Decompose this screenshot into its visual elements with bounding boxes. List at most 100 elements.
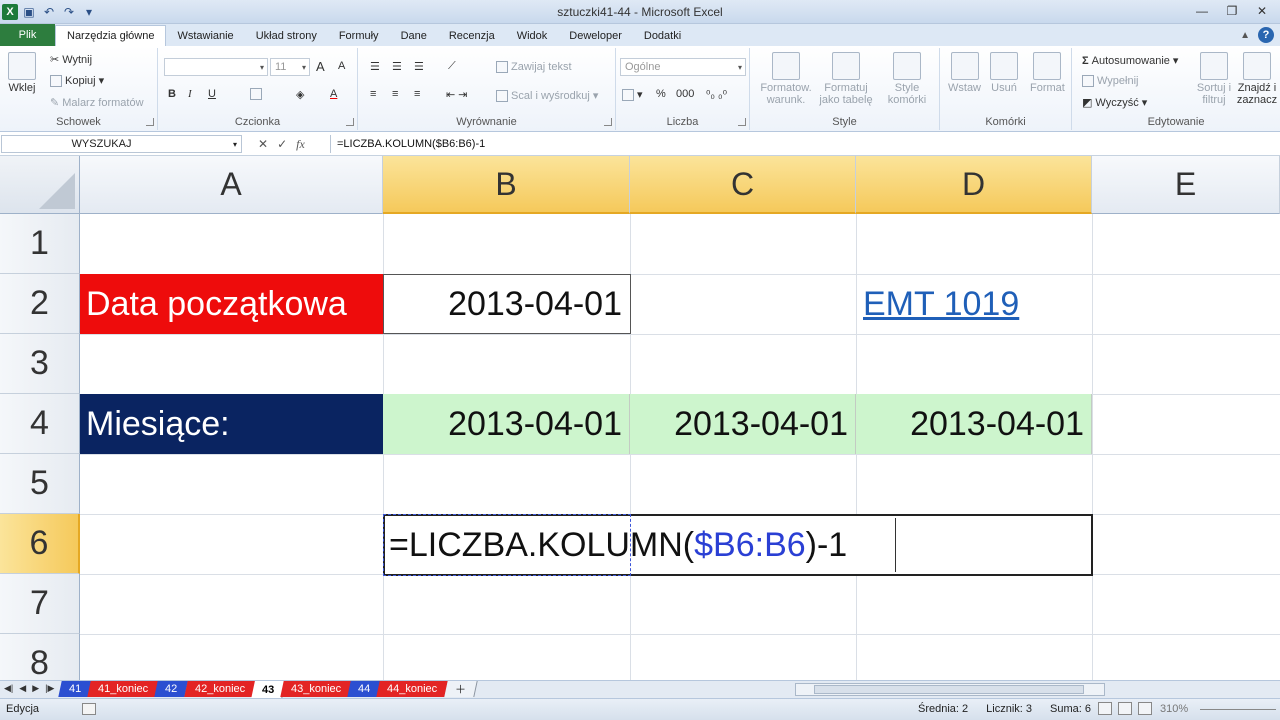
sheet-tab-44-koniec[interactable]: 44_koniec: [376, 681, 450, 697]
autosum-button[interactable]: Σ Autosumowanie ▾: [1082, 54, 1178, 68]
confirm-entry-icon[interactable]: ✓: [277, 137, 287, 151]
cell-b2[interactable]: 2013-04-01: [383, 274, 631, 334]
normal-view-icon[interactable]: [1098, 702, 1112, 715]
align-top-button[interactable]: ☰: [370, 60, 380, 73]
row-header-2[interactable]: 2: [0, 274, 80, 334]
format-painter-button[interactable]: ✎ Malarz formatów: [50, 96, 144, 110]
sheet-tab-43-koniec[interactable]: 43_koniec: [280, 681, 353, 697]
cell-d4[interactable]: 2013-04-01: [856, 394, 1092, 454]
font-launcher-icon[interactable]: [346, 118, 354, 126]
name-box[interactable]: WYSZUKAJ ▾: [1, 135, 242, 153]
cut-button[interactable]: ✂ Wytnij: [50, 53, 92, 67]
sort-filter-button[interactable]: Sortuj i filtruj: [1194, 52, 1234, 106]
insert-sheet-button[interactable]: ＋: [443, 681, 478, 697]
cell-c4[interactable]: 2013-04-01: [630, 394, 856, 454]
page-layout-view-icon[interactable]: [1118, 702, 1132, 715]
wrap-text-button[interactable]: Zawijaj tekst: [496, 61, 572, 73]
italic-button[interactable]: I: [188, 88, 192, 100]
insert-function-button[interactable]: fx: [296, 137, 305, 152]
last-sheet-icon[interactable]: |▶: [45, 683, 54, 694]
select-all-button[interactable]: [0, 156, 80, 214]
next-sheet-icon[interactable]: ▶: [32, 683, 39, 694]
shrink-font-button[interactable]: A: [338, 60, 345, 72]
row-header-4[interactable]: 4: [0, 394, 80, 454]
first-sheet-icon[interactable]: ◀|: [4, 683, 13, 694]
fill-button[interactable]: Wypełnij: [1082, 75, 1138, 87]
worksheet-grid[interactable]: A B C D E 1 2 3 4 5 6 7 8 Data początkow…: [0, 156, 1280, 680]
accounting-format-button[interactable]: ▾: [622, 88, 643, 101]
restore-icon[interactable]: ❐: [1218, 2, 1246, 20]
zoom-slider[interactable]: [1200, 709, 1276, 710]
align-bottom-button[interactable]: ☰: [414, 60, 424, 73]
clear-button[interactable]: ◩ Wyczyść ▾: [1082, 96, 1147, 110]
fill-color-button[interactable]: ◈: [296, 88, 304, 101]
indent-buttons[interactable]: ⇤ ⇥: [446, 88, 468, 101]
tab-file[interactable]: Plik: [0, 24, 55, 46]
cancel-entry-icon[interactable]: ✕: [258, 137, 268, 151]
align-middle-button[interactable]: ☰: [392, 60, 402, 73]
tab-data[interactable]: Dane: [390, 26, 438, 46]
align-left-button[interactable]: ≡: [370, 88, 376, 100]
tab-addins[interactable]: Dodatki: [633, 26, 692, 46]
number-format-combo[interactable]: Ogólne ▾: [620, 58, 746, 76]
minimize-ribbon-icon[interactable]: ▲: [1240, 30, 1250, 41]
font-name-combo[interactable]: ▾: [164, 58, 268, 76]
tab-view[interactable]: Widok: [506, 26, 559, 46]
cell-b4[interactable]: 2013-04-01: [383, 394, 630, 454]
cell-d2-link[interactable]: EMT 1019: [856, 274, 1092, 334]
font-size-combo[interactable]: 11 ▾: [270, 58, 310, 76]
copy-button[interactable]: Kopiuj ▾: [50, 74, 104, 87]
percent-button[interactable]: %: [656, 88, 666, 100]
row-header-7[interactable]: 7: [0, 574, 80, 634]
formula-input[interactable]: =LICZBA.KOLUMN($B6:B6)-1: [330, 135, 1280, 153]
bold-button[interactable]: B: [168, 88, 176, 100]
underline-button[interactable]: U: [208, 88, 216, 100]
merge-center-button[interactable]: Scal i wyśrodkuj ▾: [496, 89, 598, 102]
tab-formulas[interactable]: Formuły: [328, 26, 390, 46]
insert-cells-button[interactable]: Wstaw: [948, 52, 981, 94]
horizontal-scrollbar[interactable]: [795, 683, 1105, 696]
thousands-button[interactable]: 000: [676, 88, 694, 100]
alignment-launcher-icon[interactable]: [604, 118, 612, 126]
cell-a4[interactable]: Miesiące:: [80, 394, 383, 454]
row-header-3[interactable]: 3: [0, 334, 80, 394]
row-header-5[interactable]: 5: [0, 454, 80, 514]
minimize-icon[interactable]: —: [1188, 2, 1216, 20]
orientation-button[interactable]: ⟋: [448, 60, 456, 73]
cell-styles-button[interactable]: Style komórki: [878, 52, 936, 106]
align-center-button[interactable]: ≡: [392, 88, 398, 100]
column-header-c[interactable]: C: [630, 156, 856, 214]
scroll-thumb[interactable]: [814, 685, 1084, 694]
clipboard-launcher-icon[interactable]: [146, 118, 154, 126]
tab-insert[interactable]: Wstawianie: [166, 26, 244, 46]
name-box-dropdown-icon[interactable]: ▾: [233, 140, 237, 149]
in-cell-formula[interactable]: =LICZBA.KOLUMN($B6:B6)-1: [389, 514, 847, 576]
column-header-e[interactable]: E: [1092, 156, 1280, 214]
close-icon[interactable]: ✕: [1248, 2, 1276, 20]
row-header-1[interactable]: 1: [0, 214, 80, 274]
conditional-formatting-button[interactable]: Formatow. warunk.: [756, 52, 816, 106]
tab-home[interactable]: Narzędzia główne: [55, 25, 167, 46]
page-break-view-icon[interactable]: [1138, 702, 1152, 715]
sheet-tab-42-koniec[interactable]: 42_koniec: [183, 681, 257, 697]
number-launcher-icon[interactable]: [738, 118, 746, 126]
delete-cells-button[interactable]: Usuń: [990, 52, 1018, 94]
prev-sheet-icon[interactable]: ◀: [19, 683, 26, 694]
column-header-a[interactable]: A: [80, 156, 383, 214]
tab-developer[interactable]: Deweloper: [558, 26, 633, 46]
row-header-8[interactable]: 8: [0, 634, 80, 680]
column-header-b[interactable]: B: [383, 156, 630, 214]
paste-button[interactable]: Wklej: [8, 52, 36, 94]
macro-record-icon[interactable]: [82, 703, 96, 715]
format-as-table-button[interactable]: Formatuj jako tabelę: [816, 52, 876, 106]
row-header-6[interactable]: 6: [0, 514, 80, 574]
column-header-d[interactable]: D: [856, 156, 1092, 214]
borders-button[interactable]: [250, 88, 262, 100]
decimal-buttons[interactable]: ⁰₀ ₀⁰: [706, 88, 727, 101]
sheet-tab-41-koniec[interactable]: 41_koniec: [87, 681, 161, 697]
format-cells-button[interactable]: Format: [1030, 52, 1065, 94]
grow-font-button[interactable]: A: [316, 59, 325, 74]
tab-page-layout[interactable]: Układ strony: [245, 26, 328, 46]
help-icon[interactable]: ?: [1258, 27, 1274, 43]
font-color-button[interactable]: A: [330, 88, 337, 100]
